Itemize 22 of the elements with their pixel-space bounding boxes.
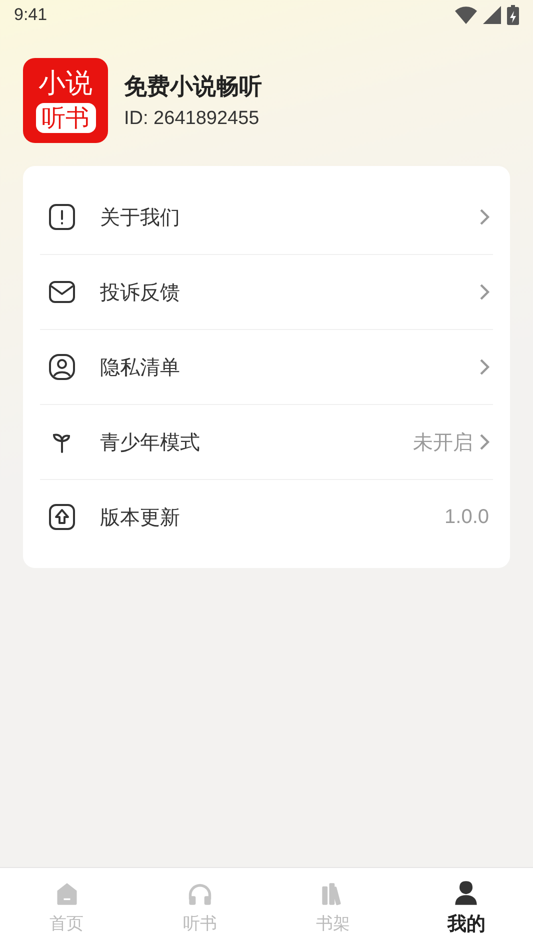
signal-icon (483, 6, 501, 24)
menu-item[interactable]: 投诉反馈 (100, 278, 477, 306)
mail-icon (48, 278, 76, 306)
headphones-icon (186, 881, 213, 907)
logo-text: 小说 (38, 68, 92, 98)
upload-icon (48, 503, 76, 531)
logo-text: 听书 (36, 102, 96, 132)
menu-value: 1.0.0 (444, 506, 489, 528)
user-id: ID: 2641892455 (124, 108, 260, 130)
menu-item[interactable]: 隐私清单 (100, 354, 477, 380)
battery-icon (507, 5, 519, 25)
user-icon (48, 353, 76, 381)
menu-item[interactable]: 版本更新 (100, 504, 445, 530)
menu-value: 未开启 (413, 428, 473, 456)
info-icon (48, 203, 76, 231)
menu-item[interactable]: 青少年模式 (100, 428, 413, 456)
app-name: 免费小说畅听 (124, 73, 262, 102)
menu-item[interactable]: 关于我们 (100, 204, 477, 230)
tab[interactable]: 我的 (400, 868, 533, 948)
wifi-icon (455, 6, 477, 24)
status-time: 9:41 (14, 5, 48, 25)
person-icon (453, 880, 480, 906)
